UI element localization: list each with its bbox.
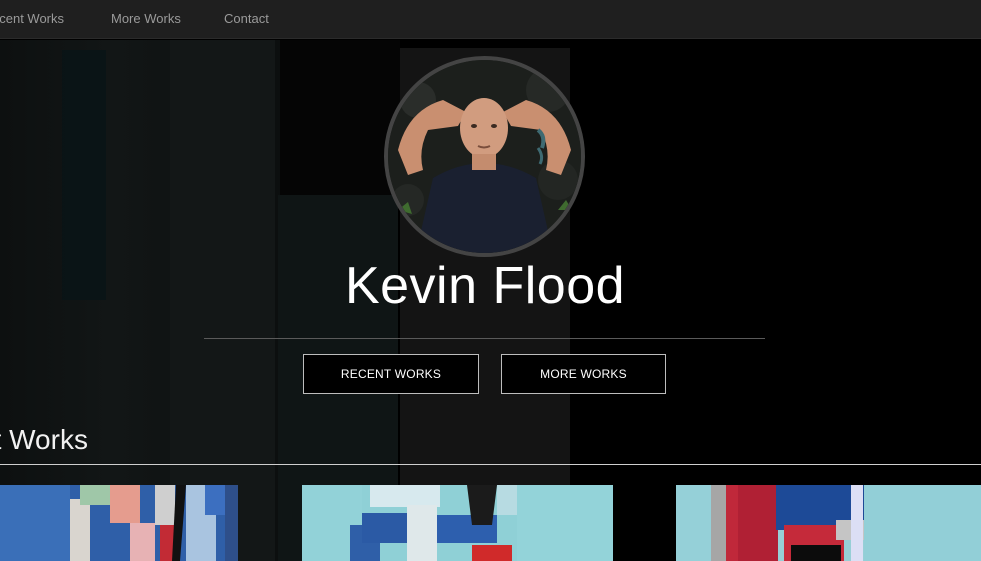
section-heading-recent-works: nt Works xyxy=(0,424,88,455)
artist-name-heading: Kevin Flood xyxy=(344,257,626,315)
hero-divider xyxy=(204,338,765,339)
top-navigation: ecent Works More Works Contact xyxy=(0,0,981,39)
section-divider xyxy=(0,464,981,465)
nav-link-recent-works[interactable]: ecent Works xyxy=(0,11,64,26)
nav-link-more-works[interactable]: More Works xyxy=(111,11,181,26)
artwork-image xyxy=(0,485,238,561)
nav-link-contact[interactable]: Contact xyxy=(224,11,269,26)
artwork-image xyxy=(302,485,613,561)
background-shadow xyxy=(280,40,400,195)
artwork-thumbnail[interactable] xyxy=(302,485,613,561)
more-works-button[interactable]: MORE WORKS xyxy=(501,354,666,394)
artwork-thumbnail[interactable] xyxy=(676,485,981,561)
artwork-image xyxy=(676,485,981,561)
recent-works-button[interactable]: RECENT WORKS xyxy=(303,354,479,394)
portrait-image xyxy=(388,60,581,253)
artist-portrait-avatar xyxy=(384,56,585,257)
artwork-thumbnail[interactable] xyxy=(0,485,238,561)
